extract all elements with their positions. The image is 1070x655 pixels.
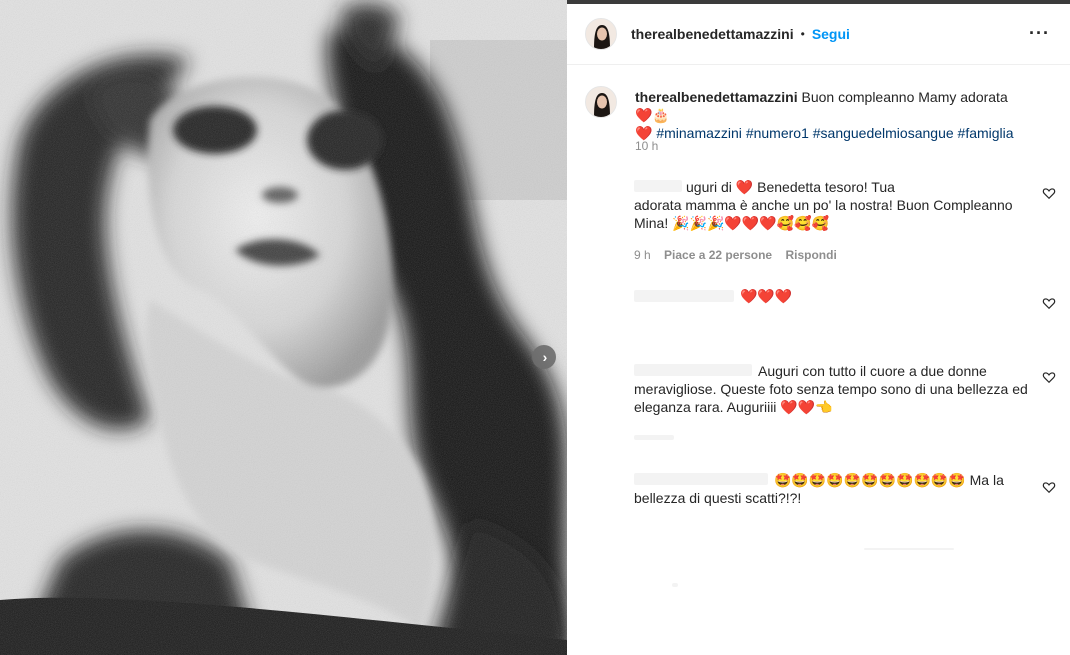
star-struck-emoji: 🤩🤩🤩🤩🤩🤩🤩🤩🤩🤩🤩 bbox=[774, 472, 966, 488]
avatar[interactable] bbox=[585, 18, 617, 50]
comment-1: uguri di ❤️ Benedetta tesoro! Tua adorat… bbox=[634, 178, 1034, 232]
comment-text: meravigliose. Queste foto senza tempo so… bbox=[634, 381, 1028, 397]
caption-text: therealbenedettamazzini Buon compleanno … bbox=[635, 88, 1045, 142]
reply-button[interactable]: Rispondi bbox=[785, 248, 836, 262]
party-hearts-emoji: 🎉🎉🎉❤️❤️❤️🥰🥰🥰 bbox=[672, 215, 830, 231]
heart-emoji: ❤️ bbox=[735, 179, 754, 195]
comment-text: eleganza rara. Auguriiii bbox=[634, 399, 777, 415]
comment-text: bellezza di questi scatti?!?! bbox=[634, 490, 802, 506]
caption-body: Buon compleanno Mamy adorata bbox=[801, 89, 1008, 105]
post-details-panel: therealbenedettamazzini • Segui ··· ther… bbox=[567, 0, 1070, 655]
portrait-image bbox=[0, 0, 567, 655]
comment-text: Auguri con tutto il cuore a due donne bbox=[758, 363, 987, 379]
comment-1-meta: 9 h Piace a 22 persone Rispondi bbox=[634, 248, 847, 262]
caption-avatar[interactable] bbox=[585, 86, 617, 118]
separator-dot: • bbox=[800, 27, 805, 41]
hidden-placeholder bbox=[672, 583, 678, 587]
post-photo[interactable]: › bbox=[0, 0, 567, 655]
comment-text: Ma la bbox=[969, 472, 1004, 488]
heart-outline-icon[interactable] bbox=[1042, 186, 1056, 200]
comment-2: ❤️❤️❤️ bbox=[634, 287, 1034, 305]
heart-outline-icon[interactable] bbox=[1042, 480, 1056, 494]
more-horizontal-icon[interactable]: ··· bbox=[1029, 24, 1050, 42]
hashtag-link[interactable]: #numero1 bbox=[746, 125, 809, 141]
post-header: therealbenedettamazzini • Segui ··· bbox=[567, 8, 1070, 60]
heart-cake-emoji: ❤️🎂 bbox=[635, 107, 670, 123]
comment-text: uguri di bbox=[686, 179, 732, 195]
likes-count[interactable]: Piace a 22 persone bbox=[664, 248, 772, 262]
hidden-meta-placeholder bbox=[634, 435, 674, 440]
next-photo-button[interactable]: › bbox=[532, 345, 556, 369]
comment-timestamp[interactable]: 9 h bbox=[634, 248, 651, 262]
comment-text: Mina! bbox=[634, 215, 669, 231]
comment-text: Benedetta tesoro! Tua bbox=[757, 179, 895, 195]
hashtag-link[interactable]: #sanguedelmiosangue bbox=[813, 125, 954, 141]
comment-3: Auguri con tutto il cuore a due donne me… bbox=[634, 362, 1034, 416]
comment-text: adorata mamma è anche un po' la nostra! … bbox=[634, 197, 1013, 213]
chevron-right-icon: › bbox=[542, 348, 548, 365]
follow-button[interactable]: Segui bbox=[812, 26, 850, 42]
caption-username[interactable]: therealbenedettamazzini bbox=[635, 89, 798, 105]
caption-timestamp[interactable]: 10 h bbox=[635, 139, 658, 153]
hashtag-link[interactable]: #famiglia bbox=[958, 125, 1014, 141]
window-top-border bbox=[567, 0, 1070, 4]
hidden-placeholder bbox=[864, 548, 954, 550]
hearts-pointing-emoji: ❤️❤️👈 bbox=[780, 399, 833, 415]
hashtag-link[interactable]: #minamazzini bbox=[656, 125, 742, 141]
divider bbox=[567, 64, 1070, 65]
hearts-emoji: ❤️❤️❤️ bbox=[740, 288, 793, 304]
header-username[interactable]: therealbenedettamazzini bbox=[631, 26, 794, 42]
heart-outline-icon[interactable] bbox=[1042, 370, 1056, 384]
comment-4: 🤩🤩🤩🤩🤩🤩🤩🤩🤩🤩🤩 Ma la bellezza di questi sca… bbox=[634, 471, 1034, 507]
heart-outline-icon[interactable] bbox=[1042, 296, 1056, 310]
